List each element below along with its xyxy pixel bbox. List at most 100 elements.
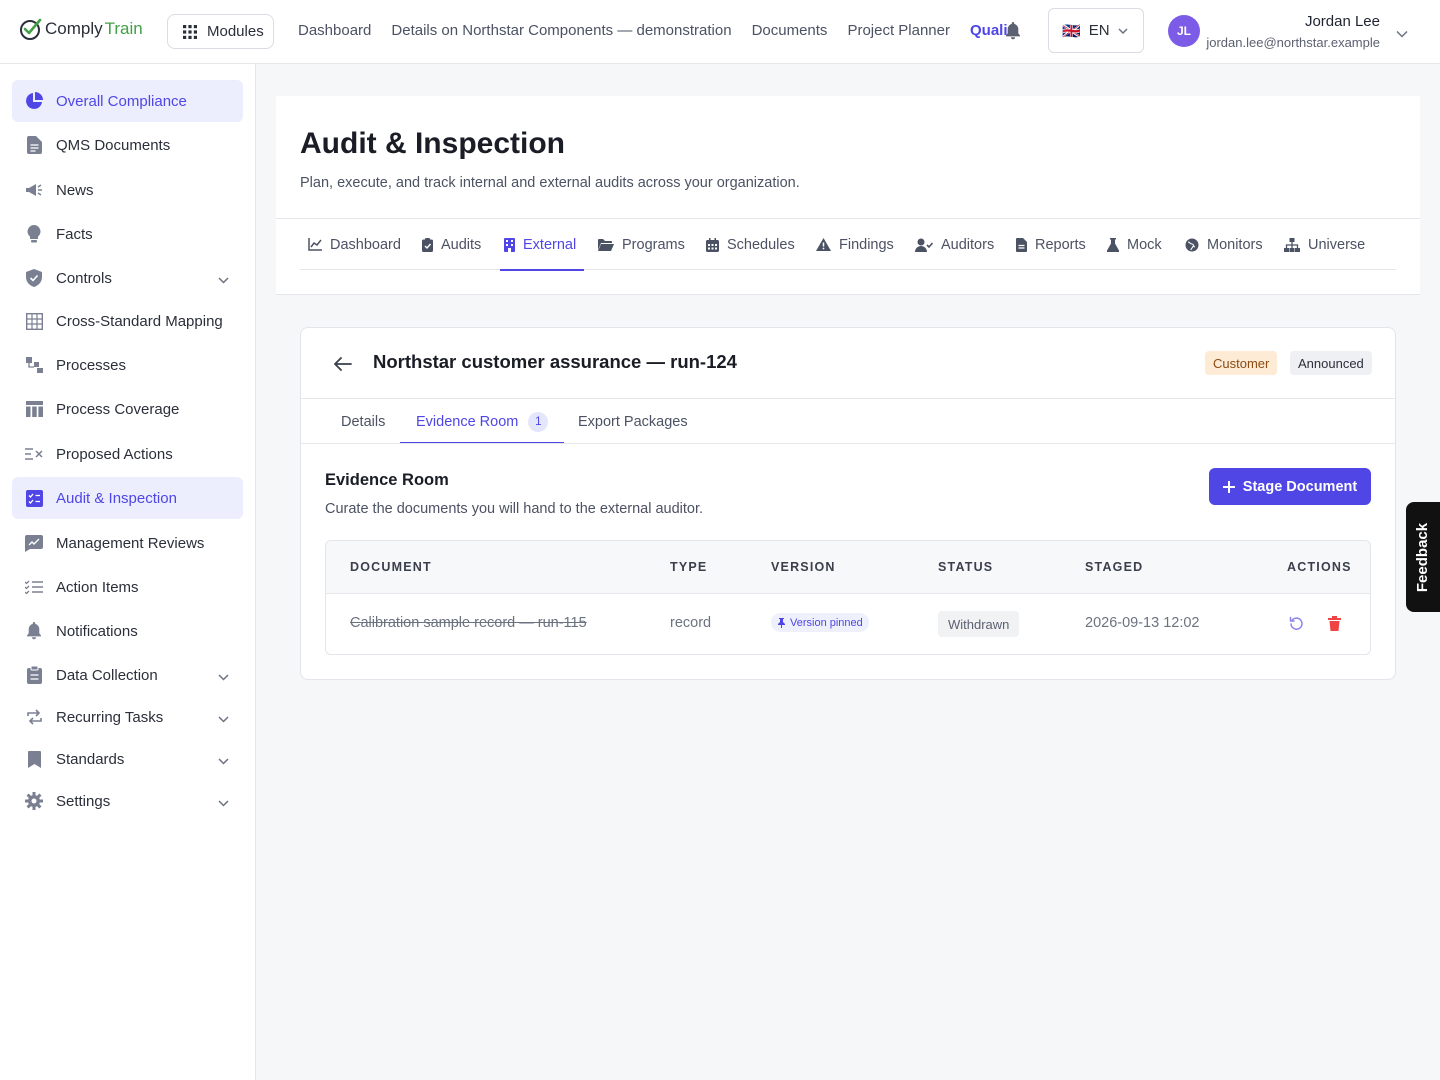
column-header-status[interactable]: STATUS (938, 560, 993, 574)
tab-label: Programs (622, 236, 685, 253)
user-name[interactable]: Jordan Lee (1305, 13, 1380, 30)
sidebar-item-standards[interactable]: Standards (12, 738, 243, 780)
table-icon (25, 400, 43, 418)
column-header-type[interactable]: TYPE (670, 560, 707, 574)
modules-label: Modules (207, 23, 264, 40)
sidebar-item-proposed-actions[interactable]: Proposed Actions (12, 433, 243, 475)
tab-audits[interactable]: Audits (422, 219, 481, 270)
tab-mock[interactable]: Mock (1107, 219, 1162, 270)
trash-icon[interactable] (1325, 614, 1343, 632)
notifications-bell-icon[interactable] (1005, 22, 1021, 45)
tab-dashboard[interactable]: Dashboard (308, 219, 401, 270)
page-subtitle: Plan, execute, and track internal and ex… (300, 175, 800, 191)
sidebar-item-overall-compliance[interactable]: Overall Compliance (12, 80, 243, 122)
tab-universe[interactable]: Universe (1284, 219, 1365, 270)
column-header-actions: ACTIONS (1287, 560, 1352, 574)
sidebar-item-label: Overall Compliance (56, 92, 187, 110)
flag-icon: 🇬🇧 (1062, 22, 1081, 40)
feedback-tab[interactable]: Feedback (1406, 502, 1440, 612)
user-menu-chevron-icon[interactable] (1396, 25, 1408, 43)
logo-text: Comply (45, 19, 103, 38)
sidebar-item-label: Proposed Actions (56, 445, 173, 463)
list-x-icon (25, 445, 43, 463)
tab-label: Auditors (941, 236, 995, 253)
sidebar-item-qms-documents[interactable]: QMS Documents (12, 124, 243, 166)
subtab-export-packages[interactable]: Export Packages (578, 399, 688, 444)
sidebar-item-process-coverage[interactable]: Process Coverage (12, 388, 243, 430)
sidebar-item-processes[interactable]: Processes (12, 344, 243, 386)
pie-chart-icon (25, 92, 43, 110)
tab-reports[interactable]: Reports (1016, 219, 1086, 270)
document-name[interactable]: Calibration sample record — run-115 (350, 615, 587, 631)
sidebar-item-label: Action Items (56, 578, 139, 596)
topnav-project-details[interactable]: Details on Northstar Components — demons… (391, 22, 731, 39)
column-header-staged[interactable]: STAGED (1085, 560, 1143, 574)
sidebar-item-data-collection[interactable]: Data Collection (12, 654, 243, 696)
status-badge: Withdrawn (938, 611, 1020, 637)
tab-external[interactable]: External (499, 219, 585, 271)
divider (301, 443, 1395, 444)
section-subtitle: Curate the documents you will hand to th… (325, 501, 704, 517)
chevron-down-icon (218, 794, 229, 811)
back-arrow-icon[interactable] (331, 352, 355, 376)
restore-icon[interactable] (1287, 614, 1305, 632)
column-header-version[interactable]: VERSION (771, 560, 836, 574)
sidebar-item-label: News (56, 181, 94, 199)
clipboard-check-icon (422, 237, 433, 252)
building-icon (504, 237, 515, 252)
topnav-documents[interactable]: Documents (752, 22, 828, 39)
tab-label: Audits (441, 236, 482, 253)
calendar-icon (706, 237, 719, 252)
feedback-label: Feedback (1414, 522, 1432, 592)
topnav-quali[interactable]: Quali (970, 22, 1008, 39)
sidebar-item-facts[interactable]: Facts (12, 213, 243, 255)
evidence-table: DOCUMENT TYPE VERSION STATUS STAGED ACTI… (325, 540, 1371, 655)
subtab-details[interactable]: Details (341, 399, 385, 444)
sidebar-item-settings[interactable]: Settings (12, 780, 243, 822)
stage-document-button[interactable]: Stage Document (1209, 468, 1371, 505)
tab-programs[interactable]: Programs (598, 219, 685, 270)
tab-findings[interactable]: Findings (816, 219, 894, 270)
tab-label: External (523, 236, 577, 253)
user-email: jordan.lee@northstar.example (1206, 35, 1380, 50)
file-icon (1016, 237, 1027, 252)
sidebar-item-notifications[interactable]: Notifications (12, 610, 243, 652)
tab-auditors[interactable]: Auditors (915, 219, 994, 270)
subtab-label: Evidence Room (416, 413, 519, 430)
sidebar-item-label: Standards (56, 750, 125, 768)
chevron-down-icon (218, 752, 229, 769)
module-tabs: Dashboard Audits External Programs Sched… (300, 219, 1396, 271)
language-selector[interactable]: 🇬🇧 EN (1048, 8, 1144, 53)
sidebar-item-recurring-tasks[interactable]: Recurring Tasks (12, 696, 243, 738)
sidebar-item-news[interactable]: News (12, 169, 243, 211)
chevron-down-icon (218, 710, 229, 727)
language-code: EN (1088, 22, 1110, 39)
audit-detail-card: Northstar customer assurance — run-124 C… (300, 327, 1396, 680)
lightbulb-icon (25, 225, 43, 243)
sidebar-item-label: QMS Documents (56, 136, 171, 154)
document-icon (25, 136, 43, 154)
tab-schedules[interactable]: Schedules (706, 219, 795, 270)
chevron-down-icon (218, 668, 229, 685)
sidebar-item-cross-standard-mapping[interactable]: Cross-Standard Mapping (12, 300, 243, 342)
avatar[interactable]: JL (1168, 15, 1200, 47)
column-header-document[interactable]: DOCUMENT (350, 560, 432, 574)
warning-icon (816, 238, 831, 251)
process-icon (25, 356, 43, 374)
sidebar-item-controls[interactable]: Controls (12, 257, 243, 299)
app-logo[interactable]: Comply Train (19, 17, 143, 41)
sidebar-item-label: Controls (56, 269, 112, 287)
modules-button[interactable]: Modules (167, 14, 274, 49)
tab-monitors[interactable]: Monitors (1185, 219, 1263, 270)
topnav-dashboard[interactable]: Dashboard (298, 22, 371, 39)
count-badge: 1 (528, 411, 549, 432)
plus-icon (1222, 480, 1235, 493)
shield-icon (25, 269, 43, 287)
topnav-project-planner[interactable]: Project Planner (847, 22, 950, 39)
sidebar-item-action-items[interactable]: Action Items (12, 566, 243, 608)
subtab-evidence-room[interactable]: Evidence Room 1 (399, 399, 565, 444)
gear-icon (25, 792, 43, 810)
sidebar-item-management-reviews[interactable]: Management Reviews (12, 522, 243, 564)
sidebar-item-audit-inspection[interactable]: Audit & Inspection (12, 477, 243, 519)
top-bar: Comply Train Modules Dashboard Details on… (0, 0, 1440, 64)
